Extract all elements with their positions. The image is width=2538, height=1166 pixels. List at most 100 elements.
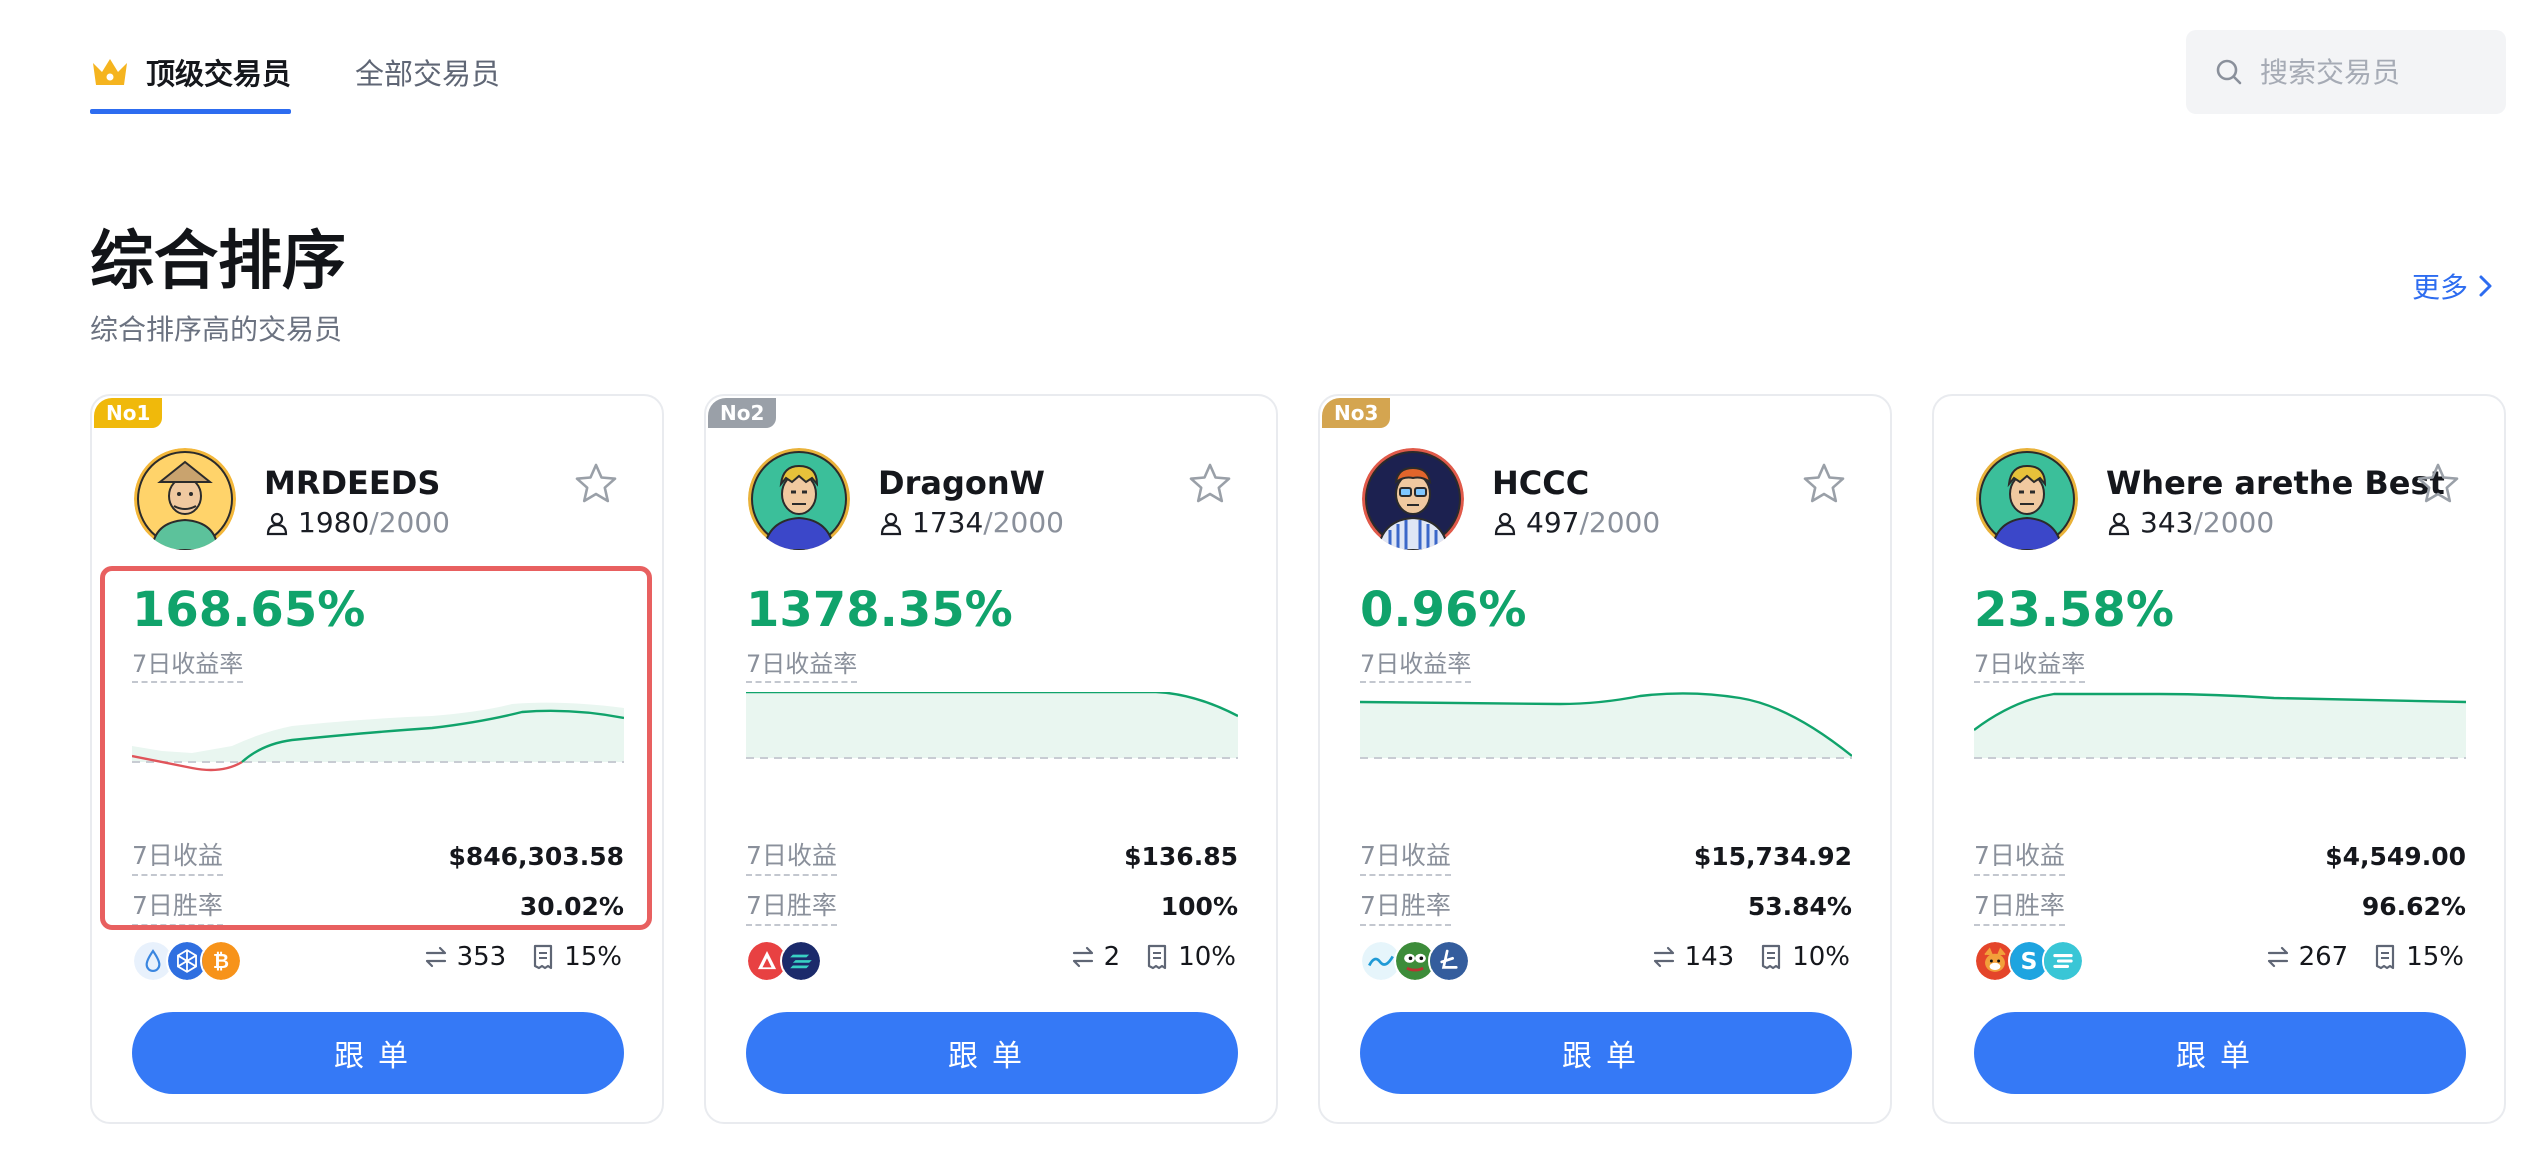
coin-list xyxy=(1360,940,1470,982)
svg-text:S: S xyxy=(2021,947,2038,975)
sparkline-area xyxy=(1974,694,2466,758)
follower-count: 1980/2000 xyxy=(264,506,450,539)
rank-badge: No2 xyxy=(708,398,777,428)
follower-current: 343 xyxy=(2140,506,2194,539)
swap-icon xyxy=(425,946,446,968)
follow-button[interactable]: 跟单 xyxy=(1974,1012,2466,1094)
sparkline-area xyxy=(746,692,1238,758)
pnl-label: 7日收益 xyxy=(1360,836,1451,876)
roi-label: 7日收益率 xyxy=(132,644,244,683)
pnl-sparkline xyxy=(1360,692,1852,759)
pnl-row: 7日收益 $136.85 xyxy=(746,836,1238,876)
winrate-value: 100% xyxy=(1160,891,1238,921)
pnl-sparkline xyxy=(1974,692,2466,759)
trader-avatar xyxy=(1976,448,2078,550)
receipt-icon xyxy=(1148,944,1167,970)
section-title: 综合排序 xyxy=(90,225,346,299)
user-icon xyxy=(1494,512,1516,535)
pnl-sparkline xyxy=(746,692,1238,759)
winrate-label: 7日胜率 xyxy=(746,886,837,926)
follower-current: 1980 xyxy=(298,506,370,539)
star-icon[interactable] xyxy=(1800,460,1848,508)
roi-label: 7日收益率 xyxy=(1360,644,1472,683)
trade-count: 353 xyxy=(423,942,506,972)
roi-label: 7日收益率 xyxy=(1974,644,2086,683)
pnl-label: 7日收益 xyxy=(746,836,837,876)
trader-avatar xyxy=(134,448,236,550)
winrate-row: 7日胜率 53.84% xyxy=(1360,886,1852,926)
tab-label: 顶级交易员 xyxy=(146,57,292,91)
star-icon[interactable] xyxy=(1186,460,1234,508)
star-icon[interactable] xyxy=(2414,460,2462,508)
profit-share-value: 10% xyxy=(1792,942,1850,972)
more-label: 更多 xyxy=(2412,271,2469,304)
coin-list: S xyxy=(1974,940,2084,982)
user-icon xyxy=(880,512,902,535)
trade-metrics: 267 15% xyxy=(2241,942,2464,972)
tab-top-traders[interactable]: 顶级交易员 xyxy=(90,40,292,114)
pnl-label: 7日收益 xyxy=(1974,836,2065,876)
follower-current: 1734 xyxy=(912,506,984,539)
trade-count: 143 xyxy=(1651,942,1735,972)
coin-list xyxy=(746,940,822,982)
trade-count-value: 143 xyxy=(1684,942,1735,972)
search-input[interactable] xyxy=(2260,55,2480,89)
rank-badge: No1 xyxy=(94,398,163,428)
trader-name: MRDEEDS xyxy=(264,464,441,502)
trader-card[interactable]: No1 MRDEEDS 1980/2000 168.65% 7日收益率 7日收益… xyxy=(90,394,664,1124)
trader-card[interactable]: Where arethe Best 343/2000 23.58% 7日收益率 … xyxy=(1932,394,2506,1124)
pnl-label: 7日收益 xyxy=(132,836,223,876)
trader-avatar xyxy=(748,448,850,550)
follow-button[interactable]: 跟单 xyxy=(746,1012,1238,1094)
trader-name: Where arethe Best xyxy=(2106,464,2445,502)
trader-tabs: 顶级交易员 全部交易员 xyxy=(90,40,564,114)
trader-card[interactable]: No3 HCCC 497/2000 0.96% 7日收益率 7日收益 $15,7… xyxy=(1318,394,1892,1124)
more-link[interactable]: 更多 xyxy=(2412,266,2494,306)
pnl-value: $846,303.58 xyxy=(448,841,624,871)
trade-count-value: 267 xyxy=(2298,942,2349,972)
follower-max: /2000 xyxy=(369,506,450,539)
pnl-row: 7日收益 $846,303.58 xyxy=(132,836,624,876)
receipt-icon xyxy=(534,944,553,970)
pnl-value: $4,549.00 xyxy=(2325,841,2466,871)
winrate-row: 7日胜率 96.62% xyxy=(1974,886,2466,926)
swap-icon xyxy=(2267,946,2288,968)
winrate-label: 7日胜率 xyxy=(1360,886,1451,926)
search-box[interactable] xyxy=(2186,30,2506,114)
follower-current: 497 xyxy=(1526,506,1580,539)
user-icon xyxy=(266,512,288,535)
search-icon xyxy=(2216,59,2242,85)
pnl-value: $136.85 xyxy=(1124,841,1238,871)
svg-text:₿: ₿ xyxy=(213,950,229,973)
profit-share: 15% xyxy=(530,942,622,972)
trader-card[interactable]: No2 DragonW 1734/2000 1378.35% 7日收益率 7日收… xyxy=(704,394,1278,1124)
trade-metrics: 353 15% xyxy=(399,942,622,972)
trader-name: DragonW xyxy=(878,464,1045,502)
profit-share: 15% xyxy=(2372,942,2464,972)
star-icon[interactable] xyxy=(572,460,620,508)
profit-share-value: 10% xyxy=(1178,942,1236,972)
tab-label: 全部交易员 xyxy=(355,57,501,91)
follower-count: 1734/2000 xyxy=(878,506,1064,539)
litecoin-icon xyxy=(1428,940,1470,982)
trade-count: 2 xyxy=(1070,942,1120,972)
follower-max: /2000 xyxy=(1579,506,1661,539)
pnl-row: 7日收益 $15,734.92 xyxy=(1360,836,1852,876)
pnl-value: $15,734.92 xyxy=(1693,841,1852,871)
roi-label: 7日收益率 xyxy=(746,644,858,683)
section-subtitle: 综合排序高的交易员 xyxy=(90,313,343,346)
swap-icon xyxy=(1072,946,1093,968)
follower-max: /2000 xyxy=(2193,506,2275,539)
rank-badge: No3 xyxy=(1322,398,1391,428)
follower-count: 343/2000 xyxy=(2106,506,2274,539)
winrate-value: 53.84% xyxy=(1747,891,1852,921)
swap-icon xyxy=(1653,946,1674,968)
roi-value: 0.96% xyxy=(1360,582,1527,638)
trade-metrics: 2 10% xyxy=(1046,942,1236,972)
user-icon xyxy=(2108,512,2130,535)
trader-cards: No1 MRDEEDS 1980/2000 168.65% 7日收益率 7日收益… xyxy=(90,394,2506,1124)
trade-count: 267 xyxy=(2265,942,2349,972)
follow-button[interactable]: 跟单 xyxy=(132,1012,624,1094)
follow-button[interactable]: 跟单 xyxy=(1360,1012,1852,1094)
tab-all-traders[interactable]: 全部交易员 xyxy=(355,40,500,104)
